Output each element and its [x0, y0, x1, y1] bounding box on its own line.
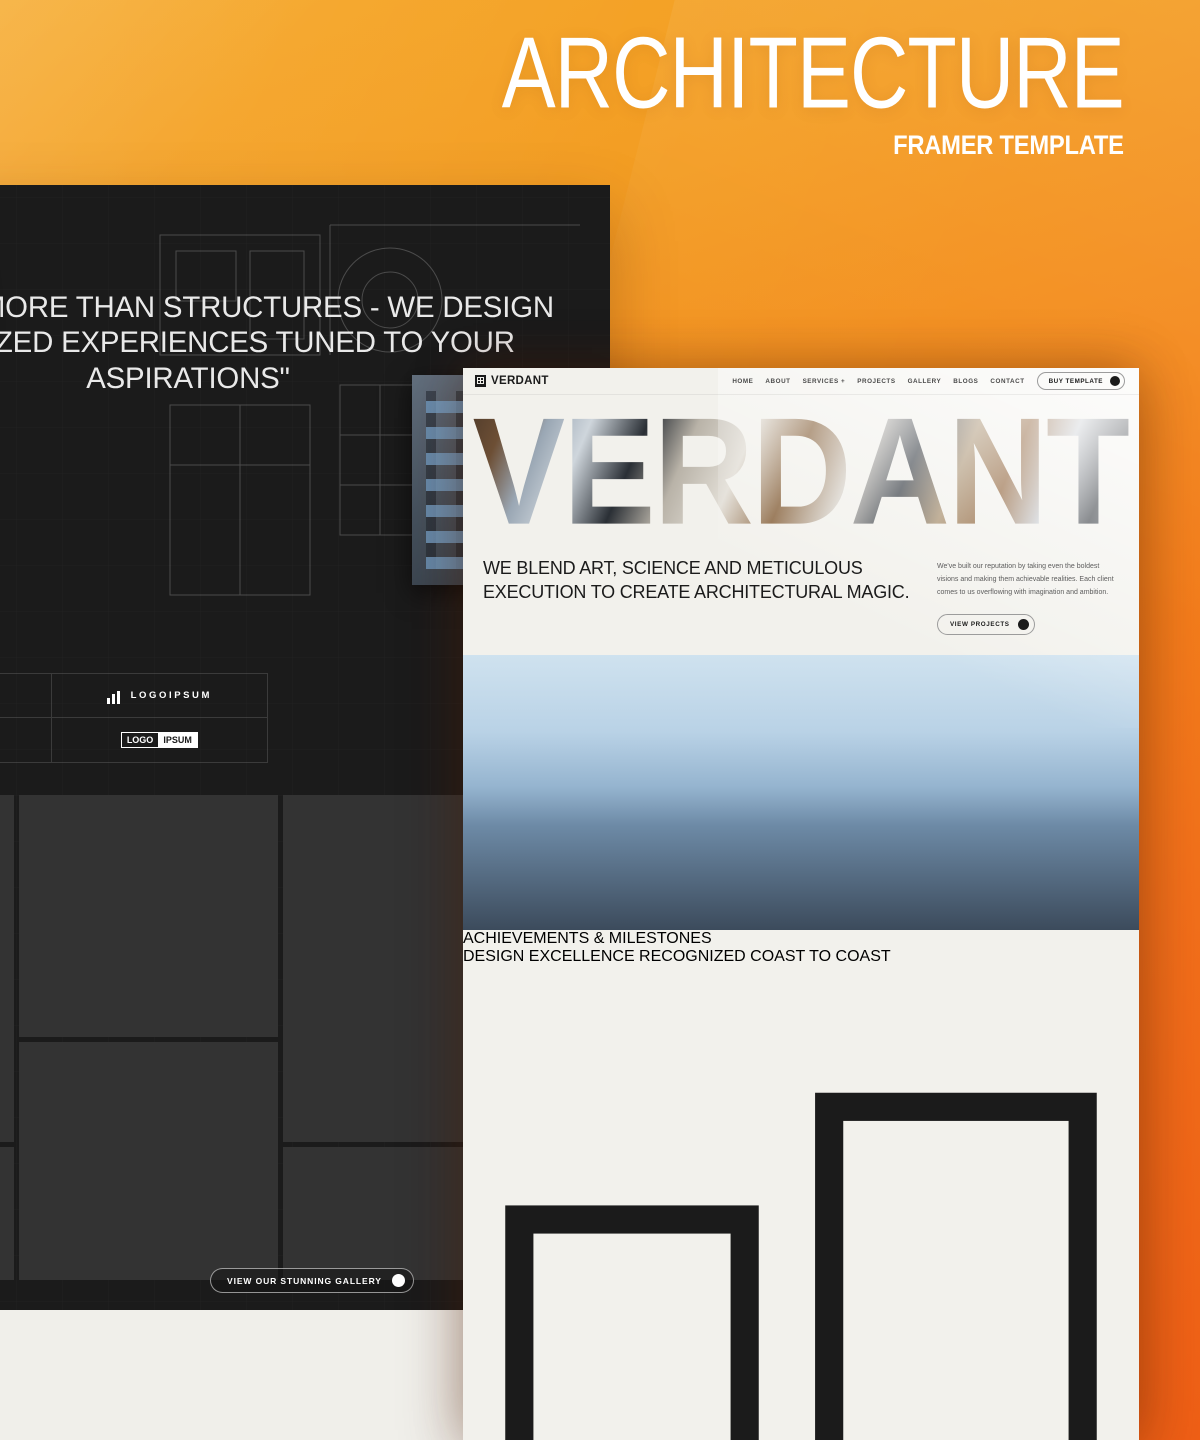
view-projects-label: VIEW PROJECTS [950, 620, 1010, 628]
window [463, 743, 503, 769]
stats-eyebrow: ACHIEVEMENTS & MILESTONES [463, 930, 1139, 948]
nav-item-blogs[interactable]: BLOGS [953, 378, 978, 385]
nav-item-gallery[interactable]: GALLERY [908, 378, 942, 385]
window [463, 677, 497, 699]
buy-template-button[interactable]: BUY TEMPLATE [1036, 372, 1125, 390]
project-gallery-grid[interactable] [0, 795, 485, 1280]
poster-title: ARCHITECTURE [502, 16, 1125, 130]
buy-template-label: BUY TEMPLATE [1048, 377, 1103, 385]
view-gallery-button[interactable]: VIEW OUR STUNNING GALLERY [210, 1268, 414, 1293]
client-logo-3[interactable]: LOGOIPSUM [51, 674, 267, 718]
window [463, 721, 497, 743]
people-icon [505, 1092, 1097, 1440]
bars-icon [106, 687, 124, 704]
hero-heading: WE BLEND ART, SCIENCE AND METICULOUS EXE… [483, 558, 910, 602]
dark-mock-clients-heading: TRUSTED CLIENTS OVER THE YEARS [0, 530, 22, 591]
stats-heading: DESIGN EXCELLENCE RECOGNIZED COAST TO CO… [463, 947, 891, 965]
hero-paragraph: We've built our reputation by taking eve… [937, 563, 1114, 596]
client-logo-grid: ipsum Logoipsum LOGOIPSUM LOGOIPSUM logo… [0, 673, 268, 763]
nav-item-projects[interactable]: PROJECTS [857, 378, 895, 385]
client-logo-label: LOGOIPSUM [120, 732, 198, 748]
window [463, 795, 503, 829]
gallery-image-4[interactable] [283, 795, 485, 1142]
window [463, 893, 521, 923]
window [463, 829, 503, 863]
gallery-image-2[interactable] [19, 795, 279, 1038]
poster-title-block: ARCHITECTURE FRAMER TEMPLATE [462, 16, 1125, 161]
hero-body: WE BLEND ART, SCIENCE AND METICULOUS EXE… [463, 541, 1139, 635]
hero-video-image[interactable] [463, 654, 1139, 930]
client-logo-2[interactable]: Logoipsum [0, 674, 52, 718]
window [463, 699, 497, 721]
site-logo[interactable]: VERDANT [475, 375, 549, 387]
gallery-image-6[interactable] [283, 1147, 485, 1280]
view-projects-button[interactable]: VIEW PROJECTS [937, 613, 1035, 635]
gallery-image-1[interactable] [0, 795, 15, 1142]
nav-item-about[interactable]: ABOUT [765, 378, 790, 385]
gallery-image-3[interactable] [19, 1042, 279, 1280]
nav-item-contact[interactable]: CONTACT [990, 378, 1024, 385]
verdant-website-mockup[interactable]: VERDANT HOME ABOUT SERVICES + PROJECTS G… [463, 368, 1139, 1440]
window [463, 923, 521, 930]
hero-wordmark: VERDANT [463, 395, 1139, 547]
hero-wordmark-text: VERDANT [472, 385, 1131, 557]
window [463, 863, 521, 893]
hero-side-column: We've built our reputation by taking eve… [937, 557, 1117, 635]
arrow-dot-icon [1110, 376, 1120, 386]
arrow-dot-icon [1017, 618, 1029, 630]
client-logo-6[interactable]: LOGO IPSUM [52, 718, 267, 762]
stats-section: ACHIEVEMENTS & MILESTONES DESIGN EXCELLE… [463, 930, 1139, 1440]
stats-row: 1,500+ CLIENTS SERVED 2000+ SUCCESSFUL P… [463, 966, 1139, 1440]
gallery-image-5[interactable] [0, 1147, 15, 1280]
client-logo-5[interactable]: logoipsum [0, 718, 52, 762]
arrow-dot-icon [391, 1274, 405, 1287]
nav-links: HOME ABOUT SERVICES + PROJECTS GALLERY B… [732, 372, 1125, 390]
nav-item-home[interactable]: HOME [732, 378, 753, 385]
building-icon [475, 375, 486, 387]
brand-name: VERDANT [491, 375, 549, 387]
window [463, 655, 497, 677]
site-navbar: VERDANT HOME ABOUT SERVICES + PROJECTS G… [463, 368, 1139, 395]
nav-item-services[interactable]: SERVICES + [803, 378, 846, 385]
client-logo-label: LOGOIPSUM [130, 690, 213, 701]
window [463, 769, 503, 795]
stat-card-clients: 1,500+ CLIENTS SERVED [463, 966, 1139, 1440]
poster-subtitle: FRAMER TEMPLATE [893, 129, 1124, 160]
view-gallery-label: VIEW OUR STUNNING GALLERY [227, 1275, 382, 1286]
stats-eyebrow-label: ACHIEVEMENTS & MILESTONES [463, 929, 712, 947]
